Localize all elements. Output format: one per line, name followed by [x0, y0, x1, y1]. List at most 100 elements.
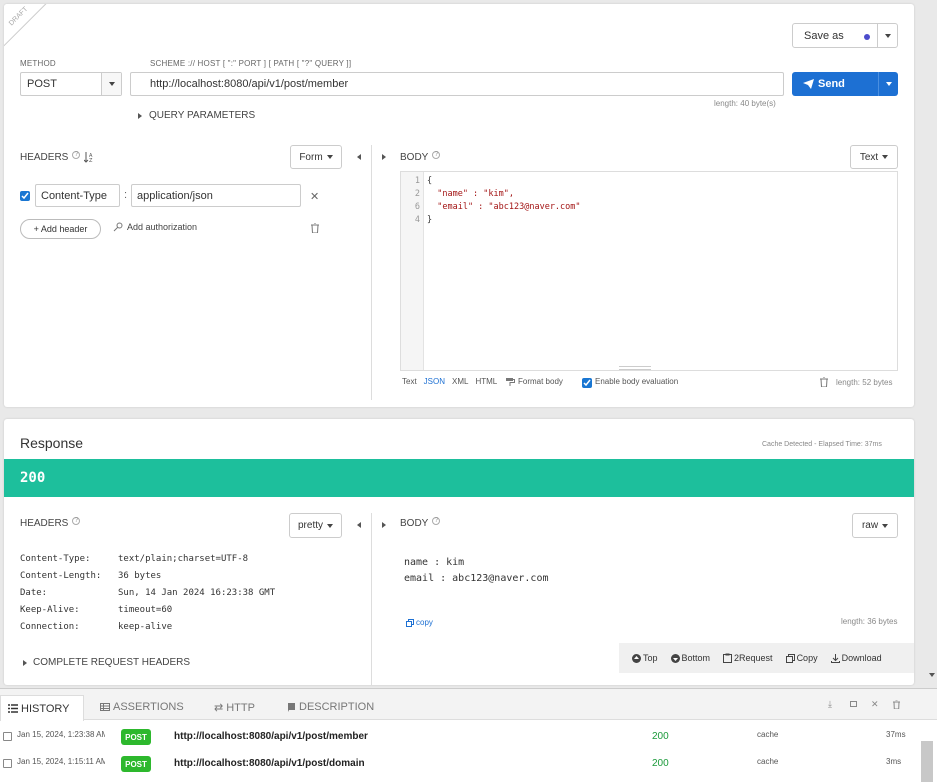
send-dropdown[interactable] [878, 72, 898, 96]
header-enabled-checkbox[interactable] [20, 191, 30, 201]
sort-az-icon[interactable]: AZ [84, 152, 94, 163]
url-input[interactable]: http://localhost:8080/api/v1/post/member [130, 72, 784, 96]
history-row[interactable]: Jan 15, 2024, 1:15:11 AM POST http://local… [0, 753, 920, 777]
method-dropdown[interactable] [101, 73, 121, 95]
paper-plane-icon [803, 79, 814, 89]
method-label: METHOD [20, 59, 56, 68]
close-panel-icon[interactable]: ✕ [871, 699, 879, 710]
trash-icon[interactable] [820, 377, 828, 387]
chevron-down-icon [885, 82, 892, 86]
copy-link[interactable]: copy [406, 618, 433, 627]
format-html-link[interactable]: HTML [475, 377, 497, 386]
download-icon [830, 653, 840, 663]
caret-right-icon [138, 112, 142, 119]
trash-icon[interactable] [893, 700, 900, 709]
response-headers-mode-select[interactable]: pretty [289, 513, 342, 538]
top-label: Top [643, 653, 658, 663]
header-value-text: application/json [137, 190, 213, 202]
header-separator: : [124, 189, 128, 201]
format-text-link[interactable]: Text [402, 377, 417, 386]
tab-description[interactable]: DESCRIPTION [287, 701, 374, 713]
line-number: 2 [414, 189, 420, 199]
header-name-value: Content-Type [41, 190, 108, 202]
code-lines: 1{2 "name" : "kim", 6 "email" : "abc123@n… [401, 175, 897, 227]
add-authorization-label: Add authorization [127, 222, 198, 232]
response-action-bar: Top Bottom 2Request Copy Download [619, 643, 914, 673]
help-icon: ? [432, 516, 441, 525]
save-as-button[interactable]: Save as [792, 23, 898, 48]
header-value-input[interactable]: application/json [131, 184, 301, 207]
response-title: Response [20, 435, 84, 451]
tab-assertions[interactable]: ASSERTIONS [100, 701, 184, 713]
chevron-down-icon [326, 155, 333, 159]
response-body-line: email : abc123@naver.com [404, 573, 549, 584]
to-request-button[interactable]: 2Request [723, 653, 773, 663]
header-name-input[interactable]: Content-Type [35, 184, 120, 207]
response-headers-list: Content-Type: text/plain;charset=UTF-8 Con… [20, 551, 350, 636]
panel-divider [371, 145, 372, 400]
method-badge: POST [121, 729, 151, 745]
chevron-down-icon [882, 523, 889, 528]
history-scrollbar[interactable] [921, 741, 933, 782]
svg-text:Z: Z [89, 158, 93, 163]
collapse-left-icon[interactable] [357, 154, 361, 160]
collapse-left-icon[interactable] [357, 522, 361, 528]
maximize-icon[interactable] [850, 701, 857, 707]
send-button[interactable]: Send [792, 72, 898, 96]
request-card: DRAFT METHOD SCHEME :// HOST [ ":" PORT … [4, 4, 914, 407]
body-mode-label: Text [859, 151, 879, 163]
history-row-checkbox[interactable] [3, 759, 12, 768]
body-mode-select[interactable]: Text [850, 145, 898, 169]
add-header-label: + Add header [33, 224, 88, 234]
caret-right-icon [23, 659, 27, 666]
trash-icon[interactable] [311, 223, 319, 233]
copy-button[interactable]: Copy [785, 653, 818, 663]
add-authorization-link[interactable]: Add authorization [113, 222, 197, 232]
history-time: 3ms [886, 757, 902, 766]
headers-mode-label: Form [299, 151, 323, 163]
history-row-checkbox[interactable] [3, 732, 12, 741]
format-xml-link[interactable]: XML [452, 377, 468, 386]
download-history-icon[interactable]: ⤓ [828, 699, 832, 710]
history-list: Jan 15, 2024, 1:23:38 AM POST http://local… [0, 722, 920, 782]
chevron-down-icon [882, 155, 889, 159]
format-json-link[interactable]: JSON [424, 377, 445, 386]
enable-eval-checkbox[interactable] [582, 378, 592, 388]
tab-http[interactable]: ⇄ HTTP [214, 701, 255, 715]
add-header-button[interactable]: + Add header [20, 219, 101, 239]
tab-history[interactable]: HISTORY [0, 695, 84, 721]
save-dropdown[interactable] [877, 24, 897, 47]
resize-handle[interactable] [619, 366, 651, 370]
response-body-length: length: 36 bytes [841, 617, 898, 626]
history-status: 200 [652, 731, 669, 742]
bottom-button[interactable]: Bottom [670, 653, 711, 663]
format-body-button[interactable]: Format body [506, 377, 563, 386]
download-button[interactable]: Download [830, 653, 882, 663]
code-text: "email" : "abc123@naver.com" [427, 202, 581, 212]
body-title: BODY ? [400, 150, 441, 163]
response-header-value: timeout=60 [118, 605, 173, 615]
method-select[interactable]: POST [20, 72, 122, 96]
top-button[interactable]: Top [632, 653, 658, 663]
tab-assertions-label: ASSERTIONS [113, 701, 184, 713]
panel-divider [371, 513, 372, 685]
copy-button-label: Copy [796, 653, 818, 663]
collapse-right-icon[interactable] [382, 522, 386, 528]
scroll-down-icon[interactable] [929, 673, 935, 677]
remove-header-icon[interactable]: ✕ [310, 190, 319, 203]
body-editor[interactable]: 1{2 "name" : "kim", 6 "email" : "abc123@n… [400, 171, 898, 371]
history-date: Jan 15, 2024, 1:23:38 AM [17, 730, 105, 739]
cache-info: Cache Detected - Elapsed Time: 37ms [762, 441, 882, 448]
history-row[interactable]: Jan 15, 2024, 1:23:38 AM POST http://local… [0, 726, 920, 750]
complete-headers-toggle[interactable]: COMPLETE REQUEST HEADERS [23, 657, 190, 668]
bottom-label: Bottom [681, 653, 711, 663]
headers-mode-select[interactable]: Form [290, 145, 342, 169]
response-header-row: Content-Type: text/plain;charset=UTF-8 [20, 551, 350, 568]
collapse-right-icon[interactable] [382, 154, 386, 160]
code-line: 2 "name" : "kim", [401, 188, 897, 201]
history-cache: cache [757, 730, 779, 739]
response-headers-title: HEADERS ? [20, 516, 81, 529]
query-params-toggle[interactable]: QUERY PARAMETERS [138, 110, 255, 121]
list-icon [8, 704, 18, 713]
response-body-mode-select[interactable]: raw [852, 513, 898, 538]
